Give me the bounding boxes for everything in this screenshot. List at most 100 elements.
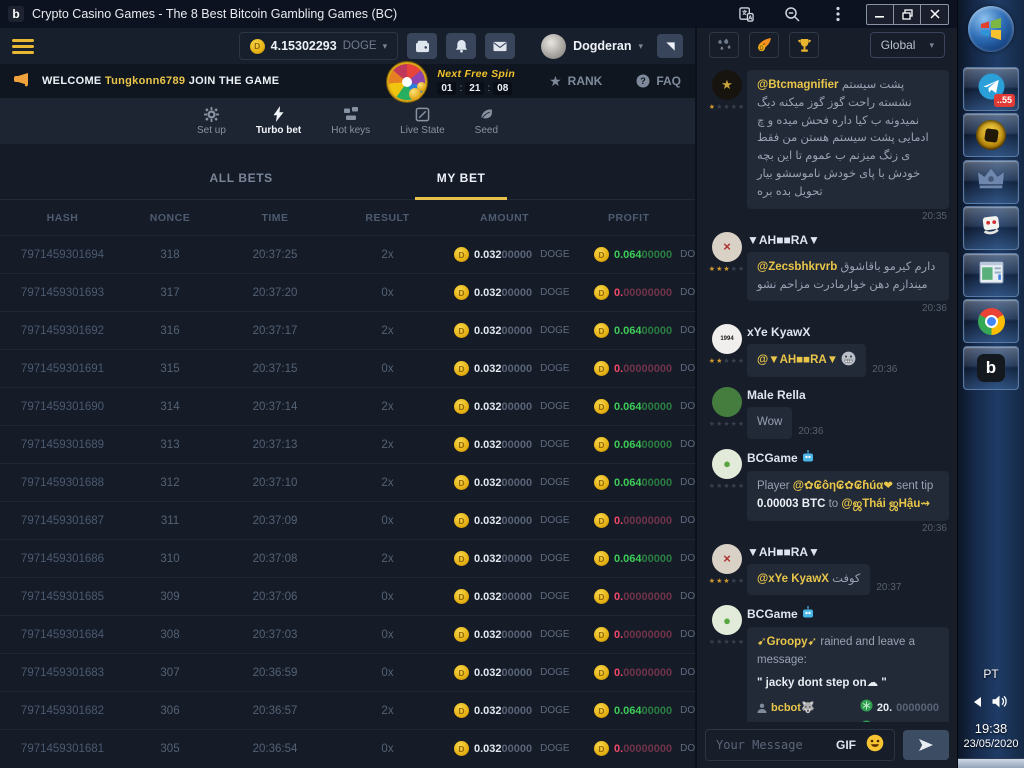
minimize-button[interactable] — [867, 5, 894, 24]
fireball-icon[interactable]: D — [749, 32, 779, 58]
collapse-chat-icon[interactable] — [657, 34, 683, 58]
bet-row[interactable]: 7971459301693 317 20:37:20 0x D0.0320000… — [0, 273, 695, 311]
tray-expand-icon[interactable] — [974, 696, 982, 710]
chat-username[interactable]: BCGame — [747, 606, 949, 622]
game-tab-live-state[interactable]: Live State — [400, 106, 444, 136]
send-button[interactable] — [903, 730, 949, 760]
faq-link[interactable]: ? FAQ — [636, 74, 681, 88]
hamburger-menu[interactable] — [12, 39, 34, 54]
zoom-out-icon[interactable] — [782, 4, 802, 24]
chat-username[interactable]: Male Rella — [747, 388, 949, 402]
user-level-stars: ★★★★★ — [709, 103, 745, 111]
wallet-icon[interactable] — [407, 33, 437, 59]
language-indicator[interactable]: PT — [983, 667, 998, 681]
user-mention[interactable]: @ஜThái ஜHậu⇝ — [841, 498, 930, 510]
chat-message: ★★★★★★ @Btcmagnifier پشت سیستم نشسته راح… — [707, 70, 949, 222]
title-bar: b Crypto Casino Games - The 8 Best Bitco… — [0, 0, 957, 28]
user-mention[interactable]: @▼AH■■RA▼ — [757, 354, 838, 366]
avatar[interactable]: ★ — [712, 70, 742, 100]
free-spin-wheel[interactable] — [387, 64, 431, 98]
avatar[interactable]: × — [712, 544, 742, 574]
clock-date[interactable]: 23/05/2020 — [963, 738, 1018, 750]
bet-row[interactable]: 7971459301694 318 20:37:25 2x D0.0320000… — [0, 235, 695, 273]
menu-dots-icon[interactable] — [828, 4, 848, 24]
translate-icon[interactable] — [736, 4, 756, 24]
show-desktop-button[interactable] — [958, 758, 1024, 768]
bet-amount: D0.03200000DOGE — [440, 741, 580, 756]
bet-result: 2x — [335, 477, 440, 489]
chat-bubble: @Zecsbhkrvrb دارم کیرمو باقاشوق میندازم … — [747, 252, 949, 302]
rain-icon[interactable] — [709, 32, 739, 58]
game-tab-turbo-bet[interactable]: Turbo bet — [256, 106, 301, 136]
avatar[interactable]: ● — [712, 605, 742, 635]
taskbar-telegram[interactable]: ..55 — [963, 67, 1019, 111]
bet-row[interactable]: 7971459301688 312 20:37:10 2x D0.0320000… — [0, 463, 695, 501]
bet-row[interactable]: 7971459301689 313 20:37:13 2x D0.0320000… — [0, 425, 695, 463]
rank-link[interactable]: ★ RANK — [549, 73, 602, 90]
game-tab-seed[interactable]: Seed — [475, 106, 498, 136]
tab-all-bets[interactable]: ALL BETS — [188, 171, 295, 200]
bell-icon[interactable] — [446, 33, 476, 59]
chat-username[interactable]: ▼AH■■RA▼ — [747, 545, 949, 559]
close-button[interactable] — [921, 5, 948, 24]
bet-result: 2x — [335, 705, 440, 717]
avatar[interactable] — [712, 387, 742, 417]
user-mention[interactable]: @xYe KyawX — [757, 573, 829, 585]
game-tab-hot-keys[interactable]: Hot keys — [331, 106, 370, 136]
taskbar-bc-game[interactable]: b — [963, 346, 1019, 390]
user-menu[interactable]: Dogderan ▾ — [541, 34, 643, 59]
taskbar-chrome[interactable] — [963, 299, 1019, 343]
message-time: 20:36 — [747, 523, 947, 534]
user-mention[interactable]: @Btcmagnifier — [757, 79, 839, 91]
bet-row[interactable]: 7971459301683 307 20:36:59 0x D0.0320000… — [0, 653, 695, 691]
bet-row[interactable]: 7971459301681 305 20:36:54 0x D0.0320000… — [0, 729, 695, 767]
windows-taskbar: ..55 b PT 19:38 23/05/2020 — [957, 0, 1024, 768]
question-icon: ? — [636, 74, 650, 88]
gif-button[interactable]: GIF — [836, 738, 856, 752]
start-button[interactable] — [968, 6, 1014, 52]
taskbar-dice-bot[interactable] — [963, 206, 1019, 250]
trophy-icon[interactable] — [789, 32, 819, 58]
page-title: Crypto Casino Games - The 8 Best Bitcoin… — [32, 7, 736, 21]
notification-badge: ..55 — [994, 94, 1015, 107]
bet-amount: D0.03200000DOGE — [440, 627, 580, 642]
smiley-icon[interactable] — [866, 734, 884, 757]
bet-row[interactable]: 7971459301691 315 20:37:15 0x D0.0320000… — [0, 349, 695, 387]
chat-username[interactable]: xYe KyawX — [747, 325, 949, 339]
avatar[interactable]: 1994 — [712, 324, 742, 354]
restore-button[interactable] — [894, 5, 921, 24]
user-mention[interactable]: @✿₢ôη₢✿₢ɦúα❤ — [793, 480, 893, 492]
bet-row[interactable]: 7971459301682 306 20:36:57 2x D0.0320000… — [0, 691, 695, 729]
bet-time: 20:37:03 — [215, 629, 335, 641]
user-mention[interactable]: @Zecsbhkrvrb — [757, 261, 837, 273]
avatar[interactable]: ● — [712, 449, 742, 479]
doge-coin-icon: D — [454, 285, 469, 300]
green-coin-icon — [860, 699, 873, 718]
taskbar-crown-app[interactable] — [963, 160, 1019, 204]
bet-row[interactable]: 7971459301686 310 20:37:08 2x D0.0320000… — [0, 539, 695, 577]
bet-row[interactable]: 7971459301685 309 20:37:06 0x D0.0320000… — [0, 577, 695, 615]
taskbar-system-window[interactable] — [963, 253, 1019, 297]
message-input[interactable]: Your Message GIF — [705, 729, 895, 761]
bet-row[interactable]: 7971459301684 308 20:37:03 0x D0.0320000… — [0, 615, 695, 653]
avatar[interactable]: × — [712, 232, 742, 262]
robot-icon — [801, 450, 815, 466]
tab-my-bet[interactable]: MY BET — [415, 171, 508, 200]
mail-icon[interactable] — [485, 33, 515, 59]
bet-row[interactable]: 7971459301687 311 20:37:09 0x D0.0320000… — [0, 501, 695, 539]
next-free-spin[interactable]: Next Free Spin 01:21:08 — [437, 68, 515, 95]
volume-icon[interactable] — [992, 695, 1008, 711]
game-tab-set-up[interactable]: Set up — [197, 106, 226, 136]
bet-hash: 7971459301685 — [0, 591, 125, 603]
taskbar-conquer-game[interactable] — [963, 113, 1019, 157]
bet-result: 0x — [335, 629, 440, 641]
balance-selector[interactable]: D 4.15302293 DOGE ▾ — [239, 32, 398, 60]
clock-time[interactable]: 19:38 — [975, 721, 1008, 736]
chat-username[interactable]: BCGame — [747, 450, 949, 466]
bet-row[interactable]: 7971459301690 314 20:37:14 2x D0.0320000… — [0, 387, 695, 425]
chat-username[interactable]: ▼AH■■RA▼ — [747, 233, 949, 247]
game-tab-label: Live State — [400, 125, 444, 136]
message-time: 20:35 — [747, 211, 947, 222]
channel-selector[interactable]: Global ▾ — [870, 32, 945, 58]
bet-row[interactable]: 7971459301692 316 20:37:17 2x D0.0320000… — [0, 311, 695, 349]
